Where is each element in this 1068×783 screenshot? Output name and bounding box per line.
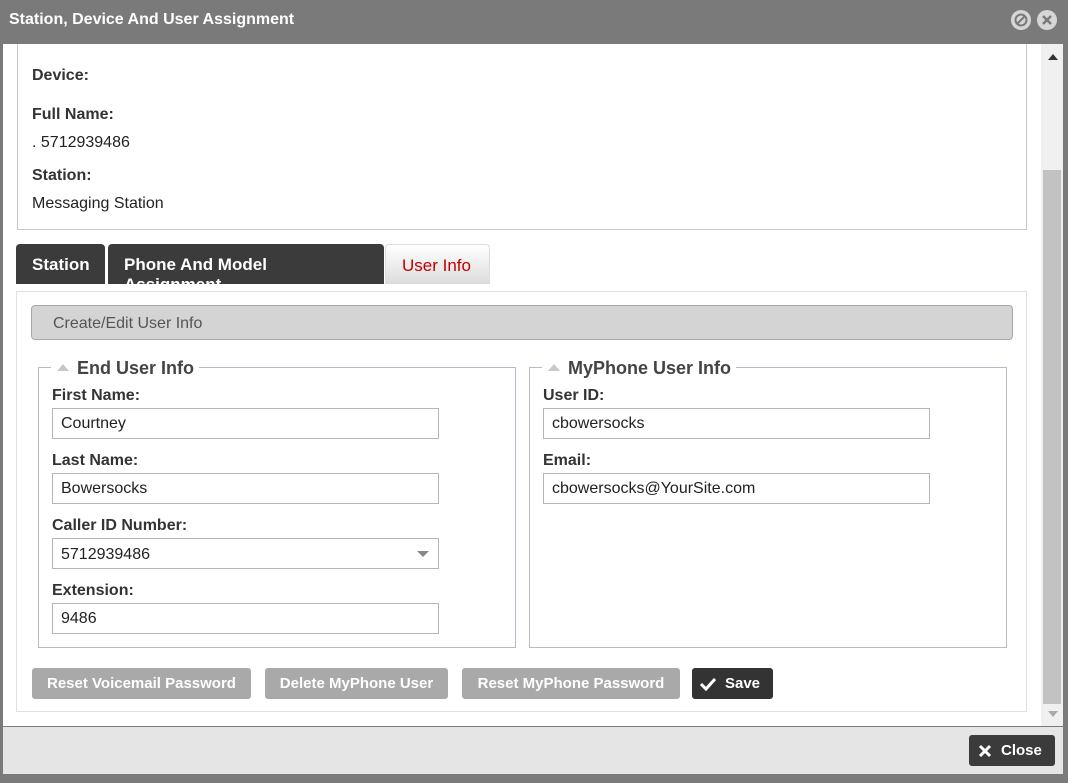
last-name-label: Last Name:	[52, 452, 139, 469]
device-label: Device:	[32, 67, 89, 84]
user-info-panel: Create/Edit User Info End User Info Firs…	[16, 291, 1027, 712]
station-label: Station:	[32, 167, 92, 184]
myphone-user-info-fieldset: MyPhone User Info User ID: Email:	[529, 358, 1007, 648]
vertical-scrollbar[interactable]	[1041, 44, 1063, 726]
window-title: Station, Device And User Assignment	[9, 11, 295, 28]
extension-label: Extension:	[52, 582, 134, 599]
scroll-thumb[interactable]	[1043, 170, 1061, 704]
title-bar[interactable]: Station, Device And User Assignment	[0, 0, 1068, 42]
user-id-label: User ID:	[543, 387, 605, 404]
tab-user-info[interactable]: User Info	[385, 244, 490, 284]
checkmark-icon	[700, 677, 716, 691]
end-user-info-legend[interactable]: End User Info	[51, 358, 200, 378]
assignment-dialog: Station, Device And User Assignment 5712…	[0, 0, 1068, 783]
caller-id-label: Caller ID Number:	[52, 517, 188, 534]
caller-id-selected-value: 5712939486	[61, 546, 150, 563]
full-name-label: Full Name:	[32, 106, 114, 123]
reset-voicemail-password-button[interactable]: Reset Voicemail Password	[32, 668, 251, 699]
first-name-input[interactable]	[52, 408, 439, 439]
caller-id-select[interactable]: 5712939486	[52, 538, 439, 569]
first-name-label: First Name:	[52, 387, 141, 404]
email-label: Email:	[543, 452, 592, 469]
dialog-content: 5712939486 Device: Full Name: . 57129394…	[3, 44, 1063, 726]
close-button[interactable]: Close	[969, 735, 1055, 766]
user-id-input[interactable]	[543, 408, 930, 439]
scroll-down-arrow-icon[interactable]	[1048, 711, 1058, 717]
full-name-value: . 5712939486	[32, 134, 130, 151]
save-button[interactable]: Save	[692, 668, 773, 699]
collapse-triangle-icon[interactable]	[548, 364, 560, 371]
close-icon[interactable]	[1037, 10, 1057, 30]
collapse-triangle-icon[interactable]	[57, 364, 69, 371]
tab-station[interactable]: Station	[16, 244, 105, 284]
extension-input[interactable]	[52, 603, 439, 634]
delete-myphone-user-button[interactable]: Delete MyPhone User	[265, 668, 448, 699]
scroll-up-arrow-icon[interactable]	[1048, 54, 1058, 60]
save-button-label: Save	[724, 675, 761, 692]
section-header: Create/Edit User Info	[31, 305, 1013, 340]
dialog-footer: Close	[3, 727, 1063, 774]
minimize-icon[interactable]	[1011, 10, 1031, 30]
end-user-info-legend-text: End User Info	[77, 358, 195, 378]
close-button-label: Close	[1001, 742, 1042, 759]
end-user-info-fieldset: End User Info First Name: Last Name: Cal…	[38, 358, 516, 648]
summary-partial-value: 5712939486	[32, 44, 121, 49]
reset-myphone-password-button[interactable]: Reset MyPhone Password	[462, 668, 680, 699]
email-input[interactable]	[543, 473, 930, 504]
last-name-input[interactable]	[52, 473, 439, 504]
chevron-down-icon	[417, 551, 429, 557]
station-value: Messaging Station	[32, 195, 164, 212]
close-x-icon	[978, 744, 992, 758]
myphone-user-info-legend-text: MyPhone User Info	[568, 358, 732, 378]
myphone-user-info-legend[interactable]: MyPhone User Info	[542, 358, 737, 378]
assignment-summary: 5712939486 Device: Full Name: . 57129394…	[17, 44, 1027, 230]
tab-phone-model-assignment[interactable]: Phone And Model Assignment	[108, 244, 384, 294]
